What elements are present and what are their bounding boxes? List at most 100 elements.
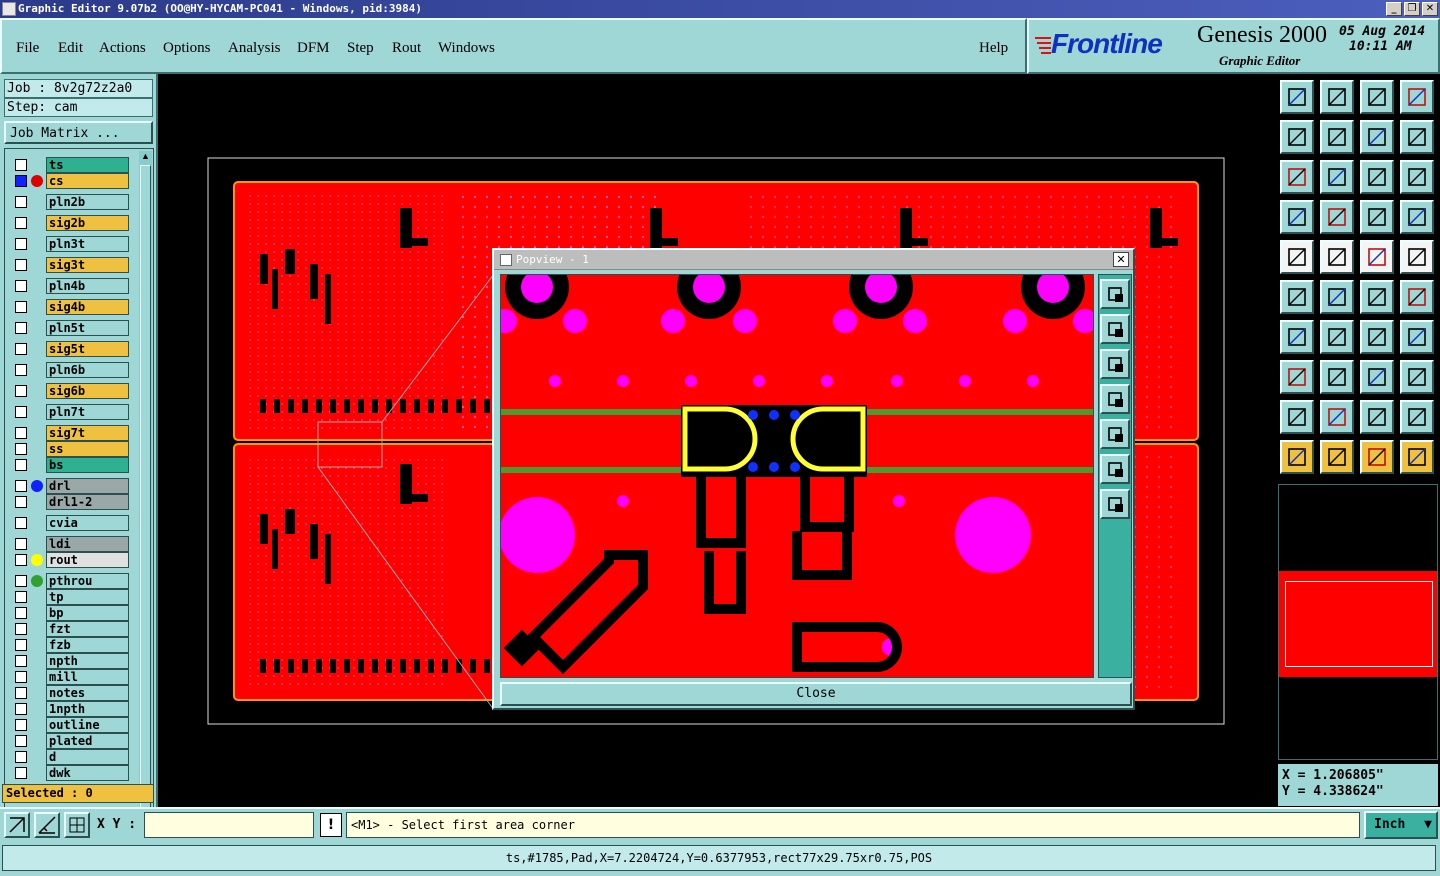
layer-name[interactable]: bp (46, 605, 129, 621)
mirror-icon[interactable] (1320, 400, 1354, 434)
layer-row-1npth[interactable]: 1npth (13, 701, 129, 717)
home-icon[interactable] (1360, 80, 1394, 114)
layer-row-sig6b[interactable]: sig6b (13, 383, 129, 399)
layer-name[interactable]: pln4b (46, 278, 129, 294)
layer-row-notes[interactable]: notes (13, 685, 129, 701)
layer-row-drl[interactable]: drl (13, 478, 129, 494)
layer-checkbox[interactable] (15, 385, 27, 397)
move-icon[interactable] (1320, 280, 1354, 314)
minimize-button[interactable]: _ (1386, 2, 1402, 16)
angle-icon[interactable] (1280, 320, 1314, 354)
save-icon[interactable] (1320, 80, 1354, 114)
layer-name[interactable]: sig4b (46, 299, 129, 315)
layer-checkbox[interactable] (15, 639, 27, 651)
add-circle-icon[interactable] (1400, 240, 1434, 274)
layer-row-sig5t[interactable]: sig5t (13, 341, 129, 357)
layer-checkbox[interactable] (15, 217, 27, 229)
layer-checkbox[interactable] (15, 406, 27, 418)
measure-pad-icon[interactable] (1280, 360, 1314, 394)
ratio-icon[interactable] (1360, 160, 1394, 194)
layer-row-ts[interactable]: ts (13, 157, 129, 173)
layer-row-bs[interactable]: bs (13, 457, 129, 473)
transform-icon[interactable] (1400, 360, 1434, 394)
popview-fit-icon[interactable] (1100, 454, 1130, 484)
layer-scrollbar[interactable]: ▲ ▼ (139, 151, 152, 851)
layer-name[interactable]: 1npth (46, 701, 129, 717)
layer-row-pthrou[interactable]: pthrou (13, 573, 129, 589)
layer-name[interactable]: pthrou (46, 573, 129, 589)
popview-close-icon[interactable]: ✕ (1113, 252, 1129, 267)
job-matrix-button[interactable]: Job Matrix ... (4, 121, 153, 144)
layer-row-outline[interactable]: outline (13, 717, 129, 733)
layer-checkbox[interactable] (15, 427, 27, 439)
layer-checkbox[interactable] (15, 322, 27, 334)
open-job-icon[interactable] (1280, 80, 1314, 114)
layer-checkbox[interactable] (15, 343, 27, 355)
layer-name[interactable]: outline (46, 717, 129, 733)
layer-checkbox[interactable] (15, 196, 27, 208)
copy-icon[interactable] (1360, 280, 1394, 314)
layer-name[interactable]: sig6b (46, 383, 129, 399)
layer-row-pln2b[interactable]: pln2b (13, 194, 129, 210)
popview-title-bar[interactable]: Popview - 1 ✕ (494, 250, 1133, 270)
layer-name[interactable]: rout (46, 552, 129, 568)
layer-row-drl1-2[interactable]: drl1-2 (13, 494, 129, 510)
connect-icon[interactable] (1280, 280, 1314, 314)
menu-edit[interactable]: Edit (58, 40, 83, 57)
layer-row-mill[interactable]: mill (13, 669, 129, 685)
menu-options[interactable]: Options (163, 40, 211, 57)
select-net-icon[interactable] (1400, 440, 1434, 474)
layer-name[interactable]: drl (46, 478, 129, 494)
layer-row-fzb[interactable]: fzb (13, 637, 129, 653)
center-icon[interactable] (1320, 160, 1354, 194)
menu-step[interactable]: Step (347, 40, 374, 57)
layer-name[interactable]: ts (46, 157, 129, 173)
layer-name[interactable]: sig2b (46, 215, 129, 231)
layer-row-rout[interactable]: rout (13, 552, 129, 568)
layer-name[interactable]: fzt (46, 621, 129, 637)
overview-map[interactable] (1278, 484, 1438, 760)
layer-checkbox[interactable] (15, 575, 27, 587)
layer-row-cvia[interactable]: cvia (13, 515, 129, 531)
layer-checkbox[interactable] (15, 364, 27, 376)
select-area-icon[interactable] (1320, 440, 1354, 474)
layer-name[interactable]: pln7t (46, 404, 129, 420)
layer-checkbox[interactable] (15, 259, 27, 271)
layer-name[interactable]: fzb (46, 637, 129, 653)
layer-row-fzt[interactable]: fzt (13, 621, 129, 637)
popview-window[interactable]: Popview - 1 ✕ Close (492, 248, 1135, 710)
popview-left-icon[interactable] (1100, 384, 1130, 414)
fit-icon[interactable] (1280, 160, 1314, 194)
popview-right-icon[interactable] (1100, 419, 1130, 449)
layer-row-pln5t[interactable]: pln5t (13, 320, 129, 336)
grid-icon[interactable] (64, 812, 90, 838)
layer-name[interactable]: pln5t (46, 320, 129, 336)
layer-name[interactable]: pln2b (46, 194, 129, 210)
zoom-right-icon[interactable] (1320, 120, 1354, 154)
layer-checkbox[interactable] (15, 671, 27, 683)
layer-checkbox[interactable] (15, 655, 27, 667)
layer-name[interactable]: sig5t (46, 341, 129, 357)
popview-close-button[interactable]: Close (500, 682, 1132, 706)
warning-icon[interactable]: ! (320, 813, 342, 837)
rotate-icon[interactable] (1360, 400, 1394, 434)
layer-checkbox[interactable] (15, 238, 27, 250)
layer-checkbox[interactable] (15, 459, 27, 471)
layer-row-bp[interactable]: bp (13, 605, 129, 621)
layer-row-cs[interactable]: cs (13, 173, 129, 189)
layer-name[interactable]: tp (46, 589, 129, 605)
layer-row-pln3t[interactable]: pln3t (13, 236, 129, 252)
layer-row-pln4b[interactable]: pln4b (13, 278, 129, 294)
layer-name[interactable]: cs (46, 173, 129, 189)
select-poly-icon[interactable] (1360, 440, 1394, 474)
popview-zoom-view[interactable] (500, 274, 1094, 678)
layer-up-icon[interactable] (1360, 200, 1394, 234)
layer-checkbox[interactable] (15, 767, 27, 779)
layer-row-pln6b[interactable]: pln6b (13, 362, 129, 378)
layer-name[interactable]: drl1-2 (46, 494, 129, 510)
layer-name[interactable]: pln3t (46, 236, 129, 252)
layer-checkbox[interactable] (15, 591, 27, 603)
edit-icon[interactable] (1400, 280, 1434, 314)
xy-input[interactable] (144, 812, 314, 838)
layer-checkbox[interactable] (15, 687, 27, 699)
